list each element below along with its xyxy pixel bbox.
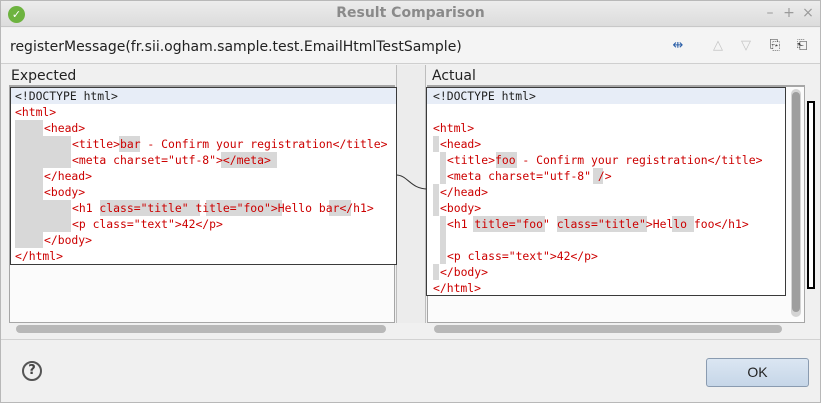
code-line: <meta charset="utf-8" /> bbox=[427, 168, 785, 184]
code-line bbox=[427, 232, 785, 248]
overview-ruler[interactable] bbox=[807, 101, 815, 289]
code-line: <body> bbox=[427, 200, 785, 216]
code-line: <h1 title="foo" class="title">Hello foo<… bbox=[427, 216, 785, 232]
expected-label: Expected bbox=[11, 68, 77, 84]
minimize-button[interactable]: – bbox=[761, 4, 779, 22]
code-line: <html> bbox=[15, 105, 57, 119]
close-button[interactable]: × bbox=[799, 4, 817, 22]
title-bar[interactable]: ✓ Result Comparison – + × bbox=[1, 1, 820, 27]
code-line: <meta charset="utf-8"></meta> bbox=[11, 152, 396, 168]
actual-label: Actual bbox=[432, 68, 476, 84]
code-line: <p class="text">42</p> bbox=[427, 248, 785, 264]
result-comparison-dialog: ✓ Result Comparison – + × registerMessag… bbox=[0, 0, 821, 403]
window-title: Result Comparison bbox=[336, 5, 485, 21]
copy-right-icon[interactable]: ⎗ bbox=[793, 37, 811, 55]
code-line: </head> bbox=[11, 168, 396, 184]
comparison-header: registerMessage(fr.sii.ogham.sample.test… bbox=[1, 28, 820, 64]
help-button[interactable]: ? bbox=[22, 361, 42, 381]
code-line: <head> bbox=[427, 136, 785, 152]
previous-difference-icon[interactable]: △ bbox=[709, 37, 727, 55]
code-line: </html> bbox=[433, 281, 482, 295]
code-line: <title>foo - Confirm your registration</… bbox=[427, 152, 785, 168]
next-difference-icon[interactable]: ▽ bbox=[737, 37, 755, 55]
code-line: <!DOCTYPE html> bbox=[11, 88, 396, 104]
code-line: <body> bbox=[11, 184, 396, 200]
code-line: <h1 class="title" title="foo">Hello bar<… bbox=[11, 200, 396, 216]
ok-button[interactable]: OK bbox=[706, 358, 809, 387]
footer-divider bbox=[1, 339, 820, 340]
actual-vertical-scrollbar[interactable] bbox=[791, 89, 801, 317]
code-line: </body> bbox=[427, 264, 785, 280]
expected-code-view[interactable]: <!DOCTYPE html> <html> <head> <title>bar… bbox=[10, 87, 397, 265]
actual-vertical-scroll-thumb[interactable] bbox=[792, 92, 800, 312]
code-line: <title>bar - Confirm your registration</… bbox=[11, 136, 396, 152]
diff-connector-line bbox=[396, 174, 428, 190]
code-line: <head> bbox=[11, 120, 396, 136]
test-name: registerMessage(fr.sii.ogham.sample.test… bbox=[10, 39, 462, 55]
swap-sides-icon[interactable]: ⇹ bbox=[669, 37, 687, 55]
code-line: </body> bbox=[11, 232, 396, 248]
copy-left-icon[interactable]: ⎘ bbox=[766, 37, 784, 55]
actual-code-view[interactable]: <!DOCTYPE html> <html> <head> <title>foo… bbox=[426, 87, 786, 296]
maximize-button[interactable]: + bbox=[780, 4, 798, 22]
code-line: <!DOCTYPE html> bbox=[427, 88, 785, 104]
code-line: </html> bbox=[15, 249, 64, 263]
code-line: </head> bbox=[427, 184, 785, 200]
actual-horizontal-scrollbar[interactable] bbox=[434, 325, 782, 333]
code-line: <p class="text">42</p> bbox=[11, 216, 396, 232]
expected-horizontal-scrollbar[interactable] bbox=[16, 325, 386, 333]
code-line: <html> bbox=[433, 121, 475, 135]
